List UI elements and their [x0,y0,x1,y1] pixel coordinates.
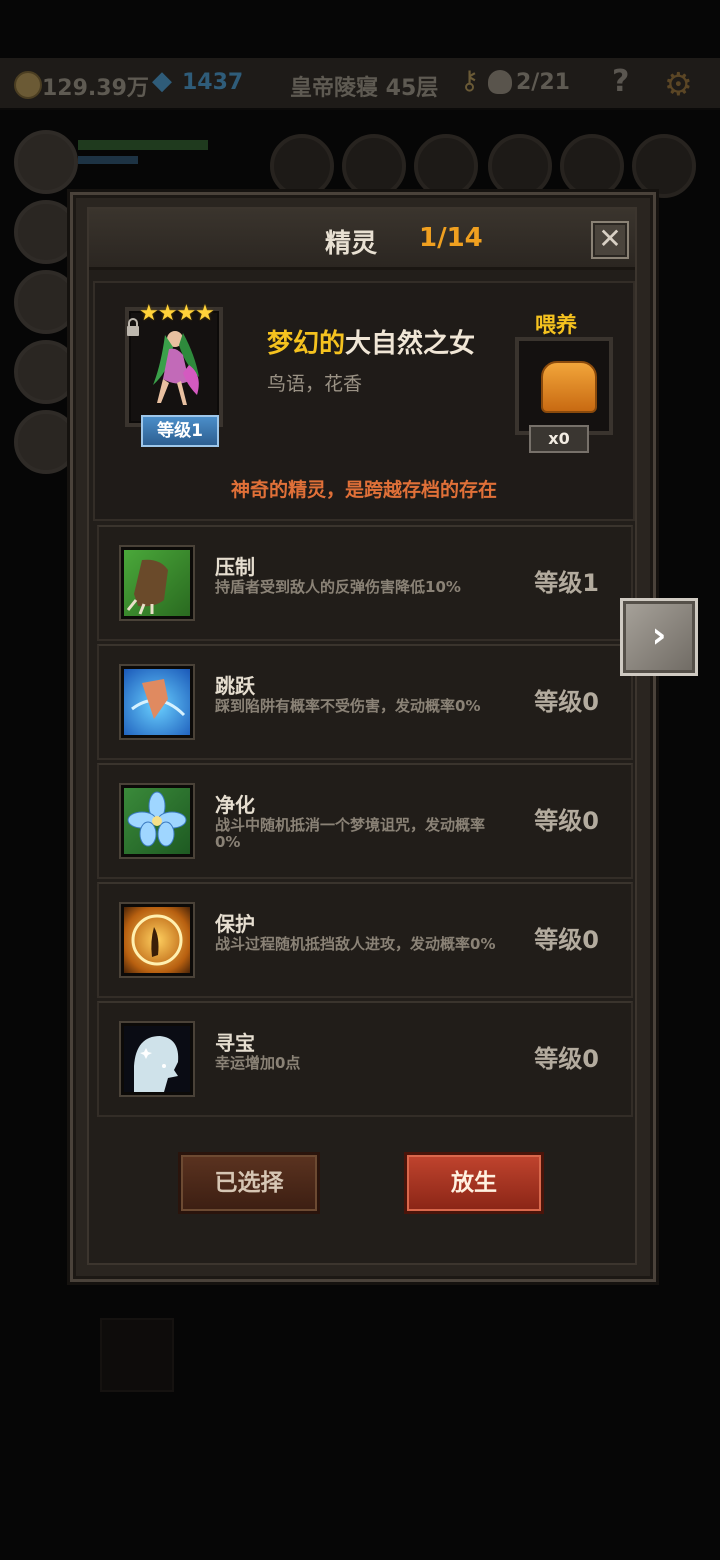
skill-description: 踩到陷阱有概率不受伤害，发动概率0% [215,697,481,715]
skill-name: 压制 [215,555,255,579]
skill-level: 等级1 [534,569,599,597]
flower-icon [121,785,193,857]
skill-row[interactable]: 压制 持盾者受到敌人的反弹伤害降低10% 等级1 [97,525,633,641]
skill-name: 寻宝 [215,1031,255,1055]
leap-icon [121,666,193,738]
skill-row[interactable]: 跳跃 踩到陷阱有概率不受伤害，发动概率0% 等级0 [97,644,633,760]
hero-health-bar [78,140,208,150]
skill-row[interactable]: 保护 战斗过程随机抵挡敌人进攻，发动概率0% 等级0 [97,882,633,998]
help-button[interactable]: ? [612,64,629,99]
feed-slot[interactable] [515,337,613,435]
skill-row[interactable]: 净化 战斗中随机抵消一个梦境诅咒，发动概率0% 等级0 [97,763,633,879]
next-sprite-button[interactable]: › [620,598,698,676]
sprite-subtitle: 鸟语，花香 [267,373,363,395]
equipment-slot[interactable] [342,134,406,198]
selected-button[interactable]: 已选择 [178,1152,320,1214]
skill-name: 净化 [215,793,255,817]
rarity-stars: ★★★★ [139,301,215,326]
close-button[interactable]: ✕ [591,221,629,259]
claw-icon [121,547,193,619]
nature-fairy-icon [153,331,199,405]
skill-name: 保护 [215,912,255,936]
skill-level: 等级0 [534,807,599,835]
equipment-slot[interactable] [414,134,478,198]
equipment-slot[interactable] [632,134,696,198]
equipment-slot[interactable] [488,134,552,198]
sprite-level-badge: 等级1 [141,415,219,447]
sprite-info-card: ★★★★ 等级1 梦幻的大自然之女 鸟语，花香 喂养 x0 神奇的精灵，是跨越存… [93,281,635,521]
sprite-dialog: 精灵 1/14 ✕ ★★★★ 等级1 梦幻的大自然之女 鸟语，花香 喂养 x0 … [70,192,656,1282]
bread-icon [541,361,597,413]
sprite-name: 梦幻的大自然之女 [267,323,475,360]
skill-level: 等级0 [534,1045,599,1073]
key-icon: ⚷ [460,66,480,96]
skill-name: 跳跃 [215,674,255,698]
dungeon-floor-label: 皇帝陵寝 45层 [290,76,439,101]
chest-icon [100,1318,174,1392]
settings-gear-icon[interactable]: ⚙ [664,65,693,103]
lock-icon[interactable] [125,317,141,337]
skill-description: 持盾者受到敌人的反弹伤害降低10% [215,578,461,596]
dialog-title: 精灵 [325,229,378,259]
gold-amount: 129.39万 [42,76,149,101]
sprite-page-counter: 1/14 [419,223,483,253]
skill-level: 等级0 [534,926,599,954]
party-portrait[interactable] [14,410,78,474]
equipment-slot[interactable] [560,134,624,198]
skill-description: 战斗过程随机抵挡敌人进攻，发动概率0% [215,935,496,953]
party-portrait[interactable] [14,340,78,404]
gold-coin-icon [14,71,42,99]
gem-amount: 1437 [182,70,244,95]
skill-description: 战斗中随机抵消一个梦境诅咒，发动概率0% [215,816,486,851]
skull-counter: 2/21 [516,70,570,95]
sprite-name-prefix: 梦幻的 [267,329,346,359]
skill-description: 幸运增加0点 [215,1054,301,1072]
party-portrait[interactable] [14,200,78,264]
sprite-dialog-body: 精灵 1/14 ✕ ★★★★ 等级1 梦幻的大自然之女 鸟语，花香 喂养 x0 … [87,207,637,1265]
skill-level: 等级0 [534,688,599,716]
hero-portrait[interactable] [14,130,78,194]
feed-label: 喂养 [535,313,577,337]
sprite-description: 神奇的精灵，是跨越存档的存在 [230,479,497,501]
diamond-icon: ◆ [152,66,172,96]
hero-mana-bar [78,156,138,164]
equipment-slot[interactable] [270,134,334,198]
party-portrait[interactable] [14,270,78,334]
skull-icon [488,70,512,94]
top-resource-bar: 129.39万 ◆ 1437 皇帝陵寝 45层 ⚷ 2/21 ? ⚙ [0,58,720,110]
fairy-shield-icon [121,904,193,976]
skill-row[interactable]: 寻宝 幸运增加0点 等级0 [97,1001,633,1117]
dialog-header: 精灵 1/14 ✕ [89,209,635,270]
sprite-name-main: 大自然之女 [345,329,476,359]
food-count: x0 [529,425,589,453]
release-button[interactable]: 放生 [404,1152,544,1214]
treasure-silhouette-icon [121,1023,193,1095]
